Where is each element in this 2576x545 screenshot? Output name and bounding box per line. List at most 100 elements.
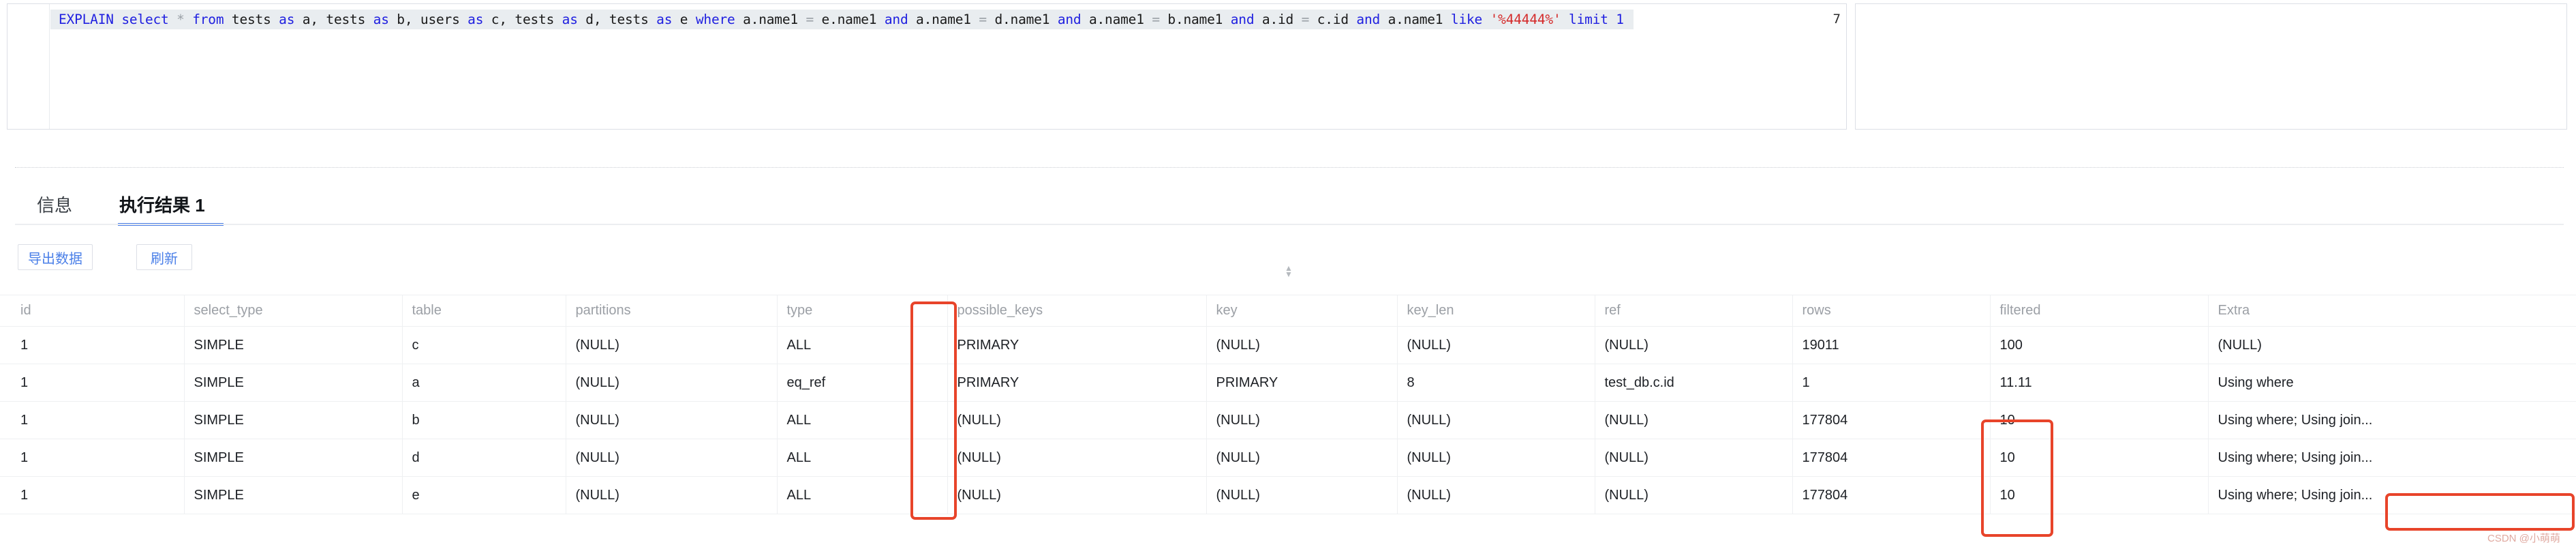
cell-select_type[interactable]: SIMPLE: [184, 326, 403, 364]
result-tabbar: 信息 执行结果 1: [0, 188, 2576, 226]
table-row[interactable]: 1 SIMPLE b (NULL) ALL (NULL) (NULL) (NULL) (NULL…: [0, 401, 2576, 439]
cell-possible_keys[interactable]: (NULL): [947, 476, 1207, 514]
explain-result-table-wrap[interactable]: id select_type table partitions type possible…: [0, 295, 2576, 543]
column-header-rows[interactable]: rows: [1792, 295, 1991, 327]
cell-extra[interactable]: Using where; Using join...: [2208, 476, 2576, 514]
sql-token-8: as: [279, 12, 295, 27]
table-row[interactable]: 1 SIMPLE d (NULL) ALL (NULL) (NULL) (NULL) (NULL…: [0, 439, 2576, 477]
cell-id[interactable]: 1: [0, 326, 185, 364]
cell-key[interactable]: (NULL): [1206, 476, 1398, 514]
cell-possible_keys[interactable]: (NULL): [947, 439, 1207, 477]
cell-key[interactable]: PRIMARY: [1206, 364, 1398, 402]
cell-key_len[interactable]: (NULL): [1397, 401, 1595, 439]
cell-possible_keys[interactable]: PRIMARY: [947, 364, 1207, 402]
cell-select_type[interactable]: SIMPLE: [184, 401, 403, 439]
cell-table[interactable]: b: [402, 401, 566, 439]
cell-rows[interactable]: 177804: [1792, 476, 1991, 514]
cell-partitions[interactable]: (NULL): [566, 401, 778, 439]
cell-ref[interactable]: test_db.c.id: [1595, 364, 1793, 402]
cell-rows[interactable]: 177804: [1792, 439, 1991, 477]
cell-ref[interactable]: (NULL): [1595, 326, 1793, 364]
column-header-table[interactable]: table: [402, 295, 566, 327]
cell-rows[interactable]: 1: [1792, 364, 1991, 402]
cell-type[interactable]: eq_ref: [777, 364, 948, 402]
cell-type[interactable]: ALL: [777, 401, 948, 439]
column-header-extra[interactable]: Extra: [2208, 295, 2576, 327]
cell-filtered[interactable]: 100: [1990, 326, 2209, 364]
refresh-button[interactable]: 刷新: [136, 244, 192, 270]
cell-id[interactable]: 1: [0, 401, 185, 439]
cell-filtered[interactable]: 10: [1990, 439, 2209, 477]
table-row[interactable]: 1 SIMPLE e (NULL) ALL (NULL) (NULL) (NULL) (NULL…: [0, 476, 2576, 514]
tabbar-divider: [15, 224, 2564, 225]
cell-extra[interactable]: Using where; Using join...: [2208, 439, 2576, 477]
column-header-select_type[interactable]: select_type: [184, 295, 403, 327]
cell-ref[interactable]: (NULL): [1595, 476, 1793, 514]
column-header-id[interactable]: id: [0, 295, 185, 327]
cell-filtered[interactable]: 10: [1990, 476, 2209, 514]
cell-select_type[interactable]: SIMPLE: [184, 476, 403, 514]
cell-extra[interactable]: (NULL): [2208, 326, 2576, 364]
cell-key[interactable]: (NULL): [1206, 439, 1398, 477]
cell-ref[interactable]: (NULL): [1595, 401, 1793, 439]
cell-type[interactable]: ALL: [777, 476, 948, 514]
cell-key_len[interactable]: 8: [1397, 364, 1595, 402]
cell-partitions[interactable]: (NULL): [566, 364, 778, 402]
cell-table[interactable]: d: [402, 439, 566, 477]
cell-partitions[interactable]: (NULL): [566, 439, 778, 477]
sql-token-15: d, tests: [577, 12, 657, 27]
cell-type[interactable]: ALL: [777, 326, 948, 364]
cell-table[interactable]: e: [402, 476, 566, 514]
sql-token-37: [1482, 12, 1490, 27]
editor-splitter[interactable]: ▲ ▼: [0, 132, 2576, 278]
sql-token-6: from: [192, 12, 224, 27]
column-header-partitions[interactable]: partitions: [566, 295, 778, 327]
cell-extra[interactable]: Using where; Using join...: [2208, 401, 2576, 439]
cell-table[interactable]: c: [402, 326, 566, 364]
cell-ref[interactable]: (NULL): [1595, 439, 1793, 477]
cell-key_len[interactable]: (NULL): [1397, 476, 1595, 514]
sql-token-26: and: [1057, 12, 1082, 27]
column-header-possible_keys[interactable]: possible_keys: [947, 295, 1207, 327]
cell-partitions[interactable]: (NULL): [566, 476, 778, 514]
table-row[interactable]: 1 SIMPLE c (NULL) ALL PRIMARY (NULL) (NULL) (NUL…: [0, 326, 2576, 364]
cell-table[interactable]: a: [402, 364, 566, 402]
column-header-key_len[interactable]: key_len: [1397, 295, 1595, 327]
cell-possible_keys[interactable]: (NULL): [947, 401, 1207, 439]
cell-id[interactable]: 1: [0, 476, 185, 514]
table-row[interactable]: 1 SIMPLE a (NULL) eq_ref PRIMARY PRIMARY 8 test_…: [0, 364, 2576, 402]
sql-token-27: a.name1: [1081, 12, 1152, 27]
sql-token-36: like: [1450, 12, 1483, 27]
export-data-button[interactable]: 导出数据: [18, 244, 93, 270]
column-header-ref[interactable]: ref: [1595, 295, 1793, 327]
cell-select_type[interactable]: SIMPLE: [184, 439, 403, 477]
sql-editor-pane[interactable]: 7 EXPLAIN select * from tests as a, test…: [7, 3, 1847, 130]
cell-id[interactable]: 1: [0, 439, 185, 477]
cell-rows[interactable]: 177804: [1792, 401, 1991, 439]
sql-code-line[interactable]: EXPLAIN select * from tests as a, tests …: [50, 10, 1634, 29]
tab-info[interactable]: 信息: [37, 188, 72, 224]
sql-token-7: tests: [224, 12, 279, 27]
cell-possible_keys[interactable]: PRIMARY: [947, 326, 1207, 364]
cell-key_len[interactable]: (NULL): [1397, 326, 1595, 364]
column-header-filtered[interactable]: filtered: [1990, 295, 2209, 327]
tab-execution-result[interactable]: 执行结果 1: [119, 188, 205, 224]
column-header-type[interactable]: type: [777, 295, 948, 327]
sql-token-39: [1561, 12, 1569, 27]
cell-select_type[interactable]: SIMPLE: [184, 364, 403, 402]
cell-id[interactable]: 1: [0, 364, 185, 402]
cell-rows[interactable]: 19011: [1792, 326, 1991, 364]
cell-filtered[interactable]: 11.11: [1990, 364, 2209, 402]
sql-editor-side-pane[interactable]: [1855, 3, 2567, 130]
cell-extra[interactable]: Using where: [2208, 364, 2576, 402]
sql-token-35: a.name1: [1380, 12, 1451, 27]
cell-key_len[interactable]: (NULL): [1397, 439, 1595, 477]
column-header-key[interactable]: key: [1206, 295, 1398, 327]
cell-partitions[interactable]: (NULL): [566, 326, 778, 364]
sql-token-38: '%44444%': [1490, 12, 1561, 27]
cell-key[interactable]: (NULL): [1206, 326, 1398, 364]
sql-token-29: b.name1: [1159, 12, 1231, 27]
cell-key[interactable]: (NULL): [1206, 401, 1398, 439]
cell-filtered[interactable]: 10: [1990, 401, 2209, 439]
cell-type[interactable]: ALL: [777, 439, 948, 477]
